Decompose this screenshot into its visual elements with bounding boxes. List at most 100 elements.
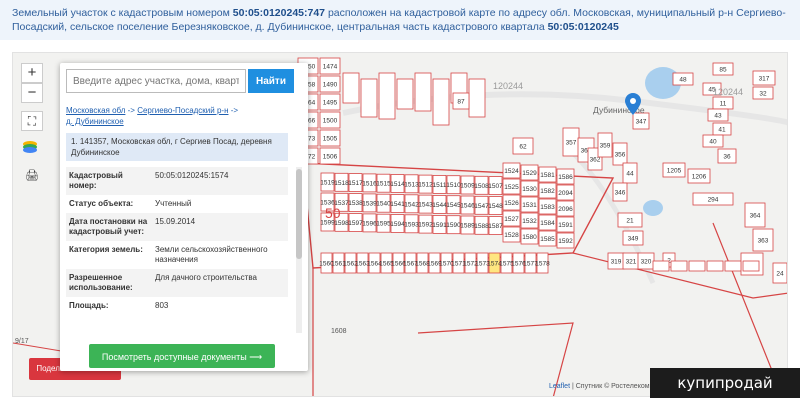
parcel[interactable]: 1519 (320, 172, 335, 192)
parcel[interactable]: 1495 (319, 93, 341, 111)
parcel[interactable] (378, 72, 396, 120)
parcel[interactable]: 1589 (460, 215, 475, 235)
parcel[interactable]: 1545 (446, 195, 461, 215)
parcel[interactable]: 347 (632, 112, 650, 130)
parcel[interactable]: 1532 (520, 212, 539, 229)
parcel[interactable]: 364 (744, 202, 766, 228)
parcel[interactable]: 1543 (418, 194, 433, 214)
parcel[interactable]: 1515 (376, 173, 391, 193)
parcel[interactable]: 1524 (502, 162, 521, 179)
parcel[interactable]: 357 (562, 127, 580, 157)
parcel[interactable]: 1514 (390, 174, 405, 193)
parcel[interactable]: 1513 (404, 174, 419, 194)
parcel[interactable] (724, 260, 742, 272)
parcel[interactable]: 41 (712, 122, 732, 136)
parcel[interactable]: 2094 (556, 184, 575, 201)
leaflet-link[interactable]: Leaflet (549, 383, 570, 390)
parcel[interactable]: 1541 (390, 194, 405, 213)
parcel[interactable]: 1591 (556, 216, 575, 233)
parcel[interactable]: 319 (607, 252, 625, 270)
parcel[interactable]: 1581 (538, 166, 557, 183)
parcel[interactable]: 1507 (488, 176, 503, 195)
parcel[interactable]: 1547 (474, 195, 489, 215)
parcel[interactable]: 1540 (376, 193, 391, 213)
parcel[interactable] (688, 260, 706, 272)
parcel[interactable]: 1592 (556, 232, 575, 249)
parcel[interactable]: 1526 (502, 194, 521, 211)
parcel[interactable]: 11 (712, 96, 734, 110)
breadcrumb-district[interactable]: Сергиево-Посадский р-н (137, 106, 228, 115)
address-search-input[interactable] (66, 69, 246, 93)
parcel[interactable]: 294 (692, 192, 734, 206)
parcel[interactable]: 1578 (535, 252, 550, 274)
parcel[interactable]: 44 (622, 162, 638, 184)
parcel[interactable]: 1508 (474, 175, 489, 195)
parcel[interactable]: 1544 (432, 194, 447, 214)
parcel[interactable]: 48 (672, 72, 694, 86)
parcel[interactable]: 1580 (520, 228, 539, 245)
parcel[interactable]: 1542 (404, 194, 419, 214)
parcel[interactable]: 1505 (319, 129, 341, 147)
parcel[interactable]: 36 (717, 148, 737, 164)
parcel[interactable]: 1595 (376, 213, 391, 233)
parcel[interactable]: 1205 (662, 162, 686, 178)
zoom-in-button[interactable]: + (21, 63, 43, 83)
parcel[interactable]: 1594 (390, 214, 405, 233)
parcel[interactable]: 346 (612, 182, 628, 202)
parcel[interactable]: 1591 (432, 214, 447, 234)
parcel[interactable]: 87 (452, 92, 470, 110)
parcel[interactable]: 1490 (319, 75, 341, 93)
parcel[interactable]: 1588 (474, 215, 489, 235)
parcel[interactable]: 1590 (446, 215, 461, 235)
parcel[interactable]: 1593 (404, 214, 419, 234)
parcel[interactable]: 1548 (488, 196, 503, 216)
parcel[interactable]: 24 (772, 262, 787, 284)
layers-icon[interactable] (21, 139, 43, 159)
parcel[interactable]: 349 (622, 230, 644, 246)
zoom-out-button[interactable]: − (21, 83, 43, 103)
parcel[interactable] (396, 78, 414, 110)
print-button[interactable]: 🖨 (21, 167, 43, 187)
scrollbar-thumb[interactable] (296, 169, 302, 259)
parcel[interactable] (742, 260, 760, 272)
parcel[interactable]: 43 (707, 108, 729, 122)
cadastral-map[interactable]: 1450 1458 1464 1466 1473 1472 1474 1490 1495 1500… (12, 52, 788, 397)
fullscreen-button[interactable]: ⛶ (21, 111, 43, 131)
parcel[interactable] (652, 260, 670, 272)
parcel[interactable]: 1516 (362, 173, 377, 193)
parcel[interactable]: 320 (637, 252, 655, 270)
parcel[interactable]: 1546 (460, 195, 475, 215)
parcel[interactable]: 1539 (362, 193, 377, 213)
parcel[interactable]: 363 (752, 228, 774, 252)
parcel[interactable]: 85 (712, 62, 734, 76)
parcel[interactable]: 1583 (538, 198, 557, 215)
parcel[interactable] (360, 78, 378, 118)
parcel[interactable]: 1500 (319, 111, 341, 129)
parcel[interactable]: 1592 (418, 214, 433, 234)
parcel[interactable] (706, 260, 724, 272)
parcel[interactable]: 1512 (418, 174, 433, 194)
parcel[interactable]: 1584 (538, 214, 557, 231)
parcel[interactable]: 1597 (348, 213, 363, 233)
parcel[interactable]: 1531 (520, 196, 539, 213)
parcel[interactable]: 1206 (687, 168, 711, 184)
parcel[interactable] (414, 72, 432, 112)
info-scrollbar[interactable] (296, 167, 302, 333)
parcel[interactable]: 2096 (556, 200, 575, 217)
parcel[interactable]: 1530 (520, 180, 539, 197)
parcel[interactable] (468, 78, 486, 118)
search-button[interactable]: Найти (248, 69, 294, 93)
parcel[interactable] (432, 78, 450, 126)
parcel[interactable]: 1586 (556, 168, 575, 185)
parcel[interactable]: 1509 (460, 175, 475, 195)
parcel[interactable]: 1529 (520, 164, 539, 181)
parcel[interactable]: 1510 (446, 175, 461, 195)
view-documents-button[interactable]: Посмотреть доступные документы ⟶ (89, 344, 275, 368)
parcel[interactable]: 1527 (502, 210, 521, 227)
parcel[interactable]: 1474 (319, 57, 341, 75)
parcel[interactable]: 317 (752, 70, 776, 86)
parcel[interactable]: 62 (512, 137, 534, 155)
parcel[interactable] (342, 72, 360, 104)
parcel[interactable]: 1596 (362, 213, 377, 233)
parcel[interactable]: 359 (597, 132, 613, 158)
